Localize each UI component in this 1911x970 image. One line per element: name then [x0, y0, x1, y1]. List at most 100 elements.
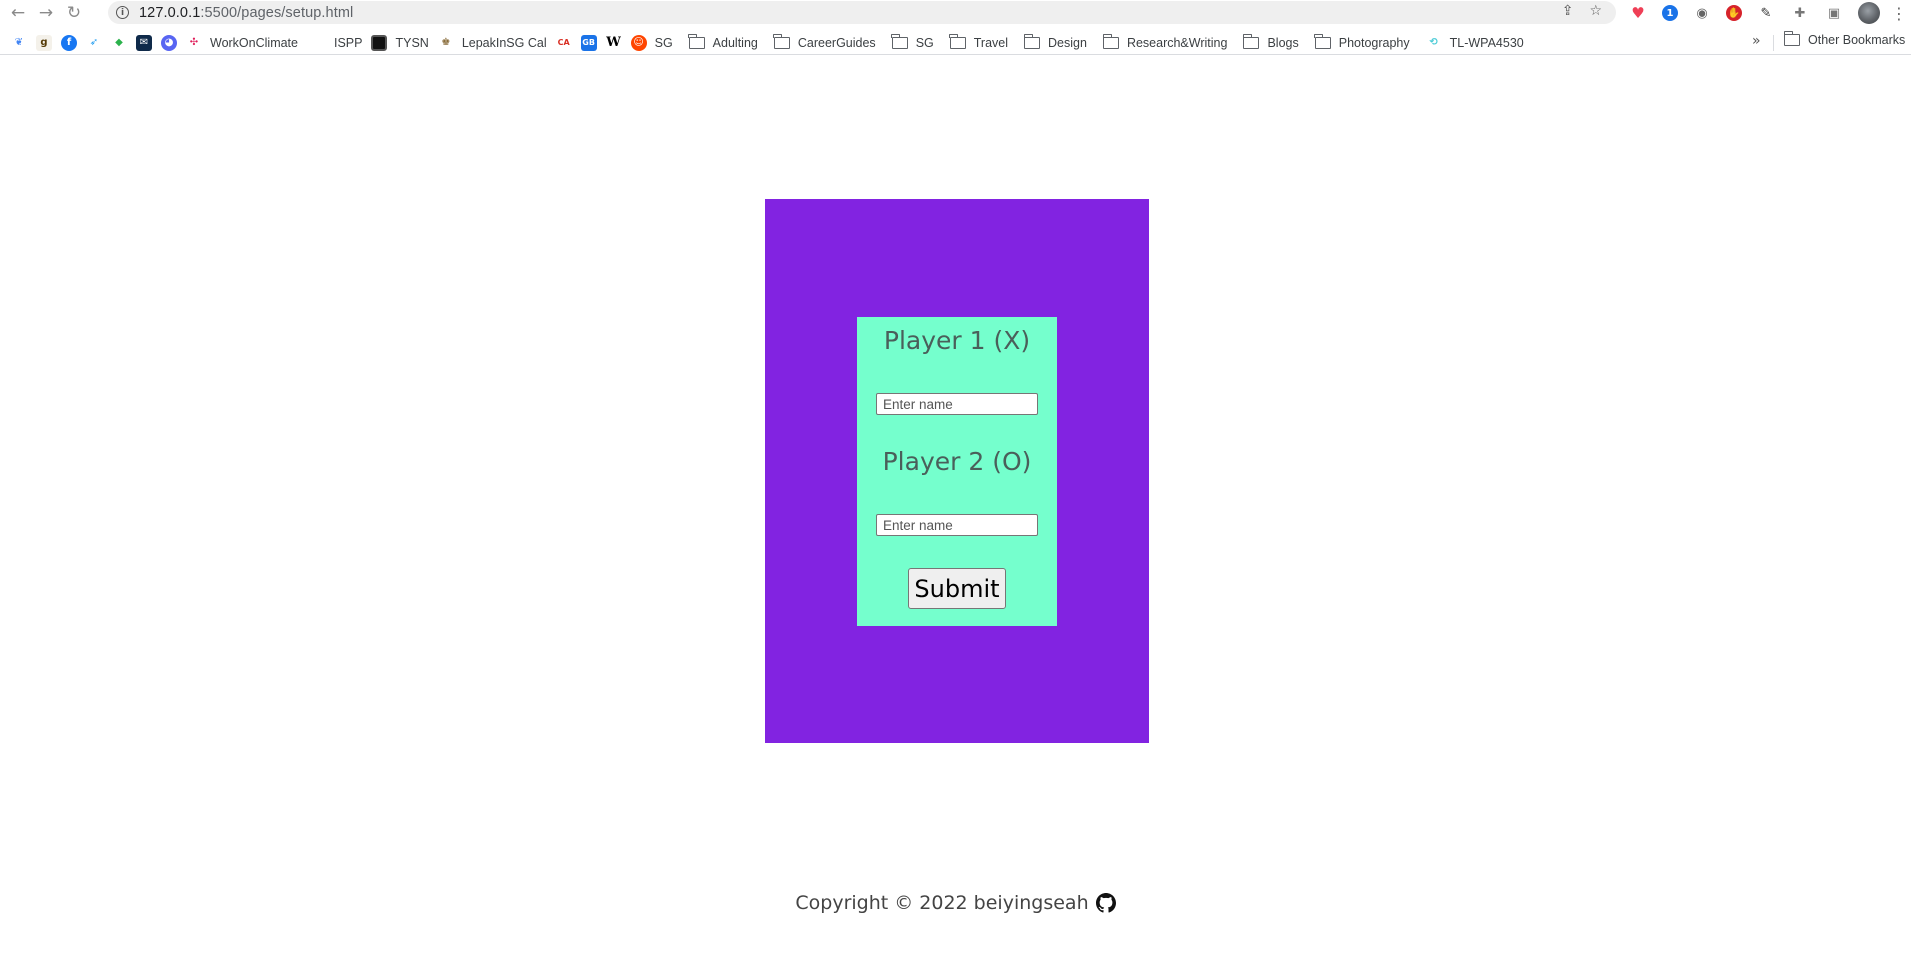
- avatar[interactable]: [1858, 2, 1880, 24]
- bookmark-gb[interactable]: GB: [580, 32, 597, 54]
- player1-heading: Player 1 (X): [883, 326, 1031, 355]
- bookmark-label: Blogs: [1267, 35, 1299, 50]
- cape-icon: CA: [557, 38, 570, 47]
- reload-button[interactable]: ↻: [60, 1, 88, 25]
- folder-icon: [891, 33, 908, 49]
- copyright-text: Copyright © 2022 beiyingseah: [795, 892, 1089, 914]
- share-icon[interactable]: ⇪: [1562, 3, 1574, 19]
- bookmarks-bar: ❦ g f ➶ ◆ ✉ ◕ ✣ WorkOnClimate ISPP TYSN ♚…: [0, 31, 1911, 55]
- back-button[interactable]: ←: [4, 1, 32, 25]
- bookmarks-divider: [1773, 35, 1774, 51]
- player2-heading: Player 2 (O): [882, 447, 1032, 476]
- pen-icon[interactable]: ✎: [1756, 3, 1776, 23]
- mail-icon: ✉: [136, 34, 152, 51]
- folder-icon: [1783, 31, 1800, 46]
- puzzle-icon[interactable]: ✚: [1790, 3, 1810, 23]
- bookmark-ispp[interactable]: ISPP: [318, 32, 363, 54]
- url-host: 127.0.0.1: [139, 4, 201, 21]
- bookmark-goodreads[interactable]: g: [36, 32, 52, 54]
- bookmark-label: WorkOnClimate: [210, 35, 298, 50]
- bookmark-tl-wpa4530[interactable]: ⟲ TL-WPA4530: [1426, 32, 1524, 54]
- forward-arrow-icon: →: [38, 3, 54, 23]
- goodreads-icon: g: [36, 34, 52, 51]
- folder-photography[interactable]: Photography: [1314, 32, 1410, 54]
- bookmark-label: Other Bookmarks: [1808, 33, 1906, 47]
- folder-adulting[interactable]: Adulting: [688, 32, 758, 54]
- forward-button[interactable]: →: [32, 1, 60, 25]
- bookmarks-overflow-button[interactable]: »: [1752, 33, 1761, 49]
- gb-icon: GB: [580, 34, 597, 51]
- player1-name-input[interactable]: [876, 393, 1038, 415]
- facebook-icon: f: [61, 34, 77, 51]
- bookmark-facebook[interactable]: f: [61, 32, 77, 54]
- slack-icon: ✣: [189, 37, 199, 48]
- discord-icon: ◕: [161, 34, 177, 51]
- github-icon[interactable]: [1095, 893, 1116, 913]
- bookmark-label: Design: [1048, 35, 1087, 50]
- footer: Copyright © 2022 beiyingseah: [0, 892, 1911, 914]
- bookmark-cape[interactable]: CA: [556, 32, 572, 54]
- square-icon: [371, 34, 388, 51]
- bookmark-label: Photography: [1338, 35, 1410, 50]
- bookmark-tree[interactable]: ❦: [11, 32, 27, 54]
- star-icon[interactable]: ☆: [1589, 3, 1602, 19]
- player2-name-input[interactable]: [876, 514, 1038, 536]
- bookmark-reddit-sg[interactable]: ☺ SG: [630, 32, 673, 54]
- folder-careerguides[interactable]: CareerGuides: [773, 32, 876, 54]
- url-text[interactable]: 127.0.0.1:5500/pages/setup.html: [139, 5, 353, 21]
- side-panel-icon[interactable]: ▣: [1824, 3, 1844, 23]
- lepak-icon: ♚: [441, 37, 451, 48]
- folder-icon: [1023, 33, 1041, 49]
- bookmark-mail[interactable]: ✉: [136, 32, 152, 54]
- bookmark-label: TL-WPA4530: [1449, 35, 1524, 50]
- folder-icon: [949, 33, 966, 49]
- folder-icon: [1102, 33, 1119, 49]
- submit-button[interactable]: Submit: [908, 568, 1006, 609]
- feedly-icon: ◆: [115, 37, 123, 48]
- menu-icon[interactable]: ⋮: [1891, 3, 1907, 23]
- folder-travel[interactable]: Travel: [949, 32, 1009, 54]
- tplink-icon: ⟲: [1429, 37, 1438, 48]
- folder-icon: [773, 33, 790, 49]
- tree-icon: ❦: [14, 37, 24, 48]
- other-bookmarks-folder[interactable]: Other Bookmarks: [1783, 31, 1906, 47]
- stop-icon[interactable]: ✋: [1726, 5, 1742, 21]
- extensions-bar: ♥ 1 ◉ ✋ ✎ ✚ ▣ ⋮: [1628, 2, 1907, 24]
- bookmark-label: ISPP: [333, 35, 363, 50]
- bookmark-tysn[interactable]: TYSN: [371, 32, 429, 54]
- folder-icon: [688, 33, 705, 49]
- blank-icon: [318, 35, 334, 51]
- folder-research-writing[interactable]: Research&Writing: [1102, 32, 1228, 54]
- bookmark-workonclimate[interactable]: ✣ WorkOnClimate: [186, 32, 298, 54]
- folder-icon: [1314, 33, 1331, 49]
- bookmark-discord[interactable]: ◕: [161, 32, 177, 54]
- bookmark-label: CareerGuides: [797, 35, 876, 50]
- bookmark-label: TYSN: [395, 35, 429, 50]
- bookmark-label: Adulting: [712, 35, 758, 50]
- back-arrow-icon: ←: [10, 3, 26, 23]
- reload-icon: ↻: [66, 3, 82, 23]
- bookmark-label: LepakInSG Cal: [461, 35, 547, 50]
- bookmark-label: Travel: [973, 35, 1009, 50]
- address-bar[interactable]: i 127.0.0.1:5500/pages/setup.html ⇪ ☆: [108, 1, 1616, 24]
- folder-design[interactable]: Design: [1023, 32, 1087, 54]
- bookmark-twitter[interactable]: ➶: [86, 32, 102, 54]
- twitter-icon: ➶: [89, 37, 99, 48]
- bookmark-label: Research&Writing: [1126, 35, 1228, 50]
- camera-icon[interactable]: ◉: [1692, 3, 1712, 23]
- bookmark-label: SG: [654, 35, 673, 50]
- pocket-icon[interactable]: ♥: [1628, 3, 1648, 23]
- bookmark-label: SG: [915, 35, 934, 50]
- folder-sg[interactable]: SG: [891, 32, 934, 54]
- bookmark-feedly[interactable]: ◆: [111, 32, 127, 54]
- bookmark-wikipedia[interactable]: W: [606, 32, 622, 54]
- bookmark-lepakinsg[interactable]: ♚ LepakInSG Cal: [438, 32, 547, 54]
- folder-blogs[interactable]: Blogs: [1243, 32, 1299, 54]
- 1password-icon[interactable]: 1: [1662, 5, 1678, 21]
- browser-toolbar: ← → ↻ i 127.0.0.1:5500/pages/setup.html …: [0, 0, 1911, 26]
- reddit-icon: ☺: [630, 34, 647, 51]
- url-path: :5500/pages/setup.html: [200, 4, 354, 21]
- wikipedia-icon: W: [606, 35, 621, 50]
- folder-icon: [1243, 33, 1260, 49]
- site-info-icon[interactable]: i: [116, 6, 129, 19]
